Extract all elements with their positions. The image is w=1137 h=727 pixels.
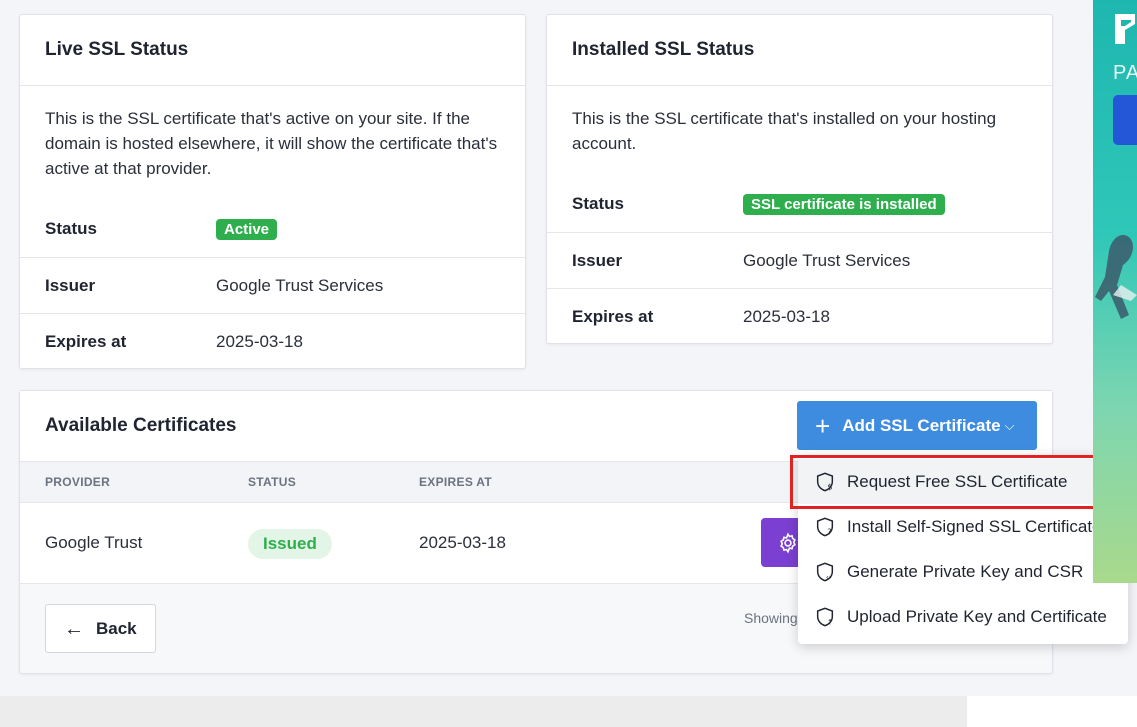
- ad-cta-button[interactable]: [1113, 95, 1137, 145]
- installed-expires-value: 2025-03-18: [743, 306, 830, 326]
- live-issuer-row: Issuer Google Trust Services: [20, 257, 525, 313]
- installed-status-label: Status: [572, 194, 624, 213]
- shield-dollar-icon: $: [816, 472, 834, 491]
- live-ssl-status-title: Live SSL Status: [20, 15, 525, 86]
- svg-text:?: ?: [827, 526, 831, 536]
- live-expires-value: 2025-03-18: [216, 331, 303, 351]
- installed-ssl-status-title: Installed SSL Status: [547, 15, 1052, 86]
- svg-text:‹›: ‹›: [826, 572, 832, 581]
- live-status-badge: Active: [216, 218, 278, 240]
- ad-text: PA: [1113, 62, 1137, 84]
- installed-ssl-status-card: Installed SSL Status This is the SSL cer…: [546, 14, 1053, 344]
- installed-issuer-label: Issuer: [572, 250, 623, 270]
- add-ssl-certificate-button[interactable]: + Add SSL Certificate ⌵: [797, 401, 1037, 450]
- shield-question-icon: ?: [816, 517, 834, 536]
- add-ssl-certificate-label: Add SSL Certificate: [842, 415, 1001, 435]
- pagination-showing-text: Showing: [744, 610, 798, 626]
- menu-item-label: Upload Private Key and Certificate: [847, 606, 1107, 626]
- column-expires-at: EXPIRES AT: [419, 475, 493, 489]
- row-provider: Google Trust: [45, 533, 143, 552]
- footer-strip-right: [967, 696, 1137, 727]
- chevron-down-icon: ⌵: [1004, 417, 1015, 433]
- menu-item-request-free-ssl[interactable]: $ Request Free SSL Certificate: [798, 459, 1128, 504]
- installed-ssl-description: This is the SSL certificate that's insta…: [572, 109, 997, 153]
- available-certificates-title: Available Certificates: [45, 415, 237, 436]
- menu-item-upload-key-certificate[interactable]: ⇡ Upload Private Key and Certificate: [798, 594, 1128, 639]
- live-status-label: Status: [45, 219, 97, 238]
- brand-logo-icon: [1115, 14, 1135, 44]
- live-expires-row: Expires at 2025-03-18: [20, 313, 525, 369]
- back-label: Back: [96, 618, 137, 638]
- available-header: Available Certificates + Add SSL Certifi…: [20, 391, 1052, 461]
- menu-item-label: Install Self-Signed SSL Certificate: [847, 516, 1102, 536]
- live-status-row: Status Active: [20, 201, 525, 257]
- installed-expires-label: Expires at: [572, 306, 654, 326]
- live-issuer-label: Issuer: [45, 275, 96, 295]
- footer-strip: [0, 696, 967, 727]
- menu-item-install-self-signed[interactable]: ? Install Self-Signed SSL Certificate: [798, 504, 1128, 549]
- menu-item-label: Request Free SSL Certificate: [847, 471, 1068, 491]
- installed-issuer-row: Issuer Google Trust Services: [547, 232, 1052, 288]
- live-expires-label: Expires at: [45, 331, 127, 351]
- row-expires: 2025-03-18: [419, 533, 506, 552]
- back-button[interactable]: ← Back: [45, 604, 156, 653]
- live-ssl-description: This is the SSL certificate that's activ…: [45, 109, 498, 178]
- installed-status-badge: SSL certificate is installed: [743, 193, 945, 215]
- column-status: STATUS: [248, 475, 297, 489]
- row-status-badge: Issued: [248, 528, 332, 559]
- shield-upload-icon: ⇡: [816, 607, 834, 626]
- plus-icon: +: [815, 410, 831, 441]
- arrow-left-icon: ←: [64, 617, 84, 640]
- menu-item-label: Generate Private Key and CSR: [847, 561, 1084, 581]
- live-issuer-value: Google Trust Services: [216, 275, 384, 295]
- add-ssl-dropdown-menu: $ Request Free SSL Certificate ? Install…: [798, 455, 1128, 644]
- svg-text:⇡: ⇡: [827, 617, 833, 626]
- ad-person-illustration-icon: [1095, 235, 1137, 319]
- svg-text:$: $: [827, 481, 832, 491]
- menu-item-generate-key-csr[interactable]: ‹› Generate Private Key and CSR: [798, 549, 1128, 594]
- gear-icon: [780, 532, 796, 553]
- installed-issuer-value: Google Trust Services: [743, 250, 911, 270]
- installed-status-row: Status SSL certificate is installed: [547, 176, 1052, 232]
- live-ssl-status-card: Live SSL Status This is the SSL certific…: [19, 14, 526, 369]
- column-provider: PROVIDER: [45, 475, 111, 489]
- installed-expires-row: Expires at 2025-03-18: [547, 288, 1052, 344]
- shield-code-icon: ‹›: [816, 562, 834, 581]
- advertisement-panel[interactable]: PA: [1093, 0, 1137, 583]
